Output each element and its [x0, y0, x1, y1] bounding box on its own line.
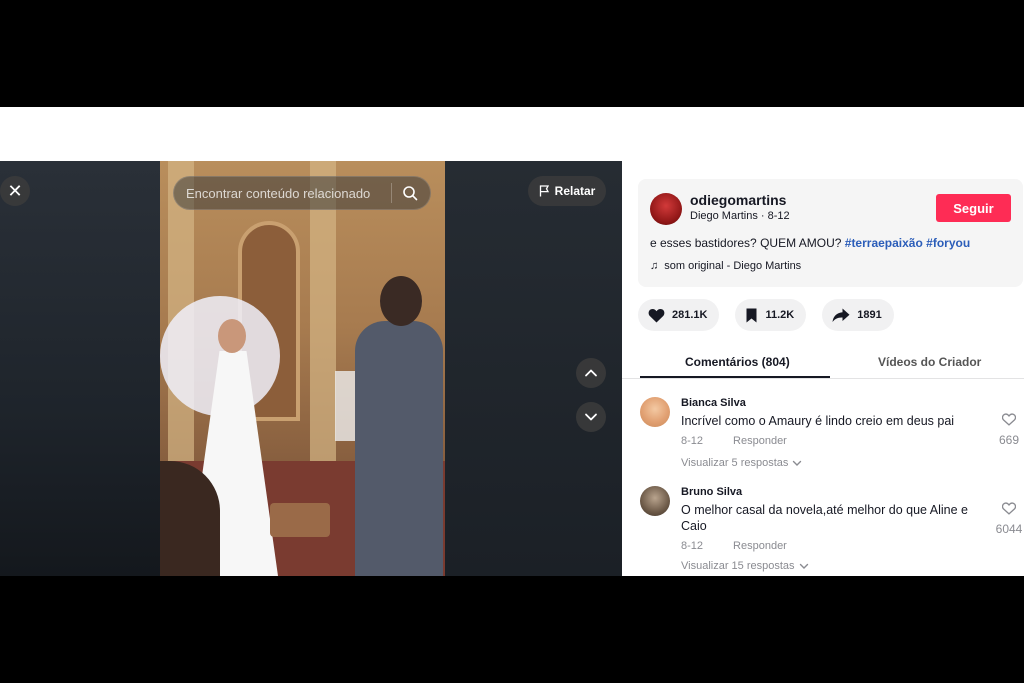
view-replies-label: Visualizar 15 respostas [681, 560, 795, 572]
active-tab-indicator [640, 376, 830, 378]
commenter-name[interactable]: Bianca Silva [681, 397, 746, 409]
close-button[interactable]: ✕ [0, 176, 30, 206]
share-arrow-icon [832, 308, 850, 322]
video-player[interactable]: ✕ Encontrar conteúdo relacionado Relatar [0, 161, 622, 576]
comment-date: 8-12 [681, 540, 704, 552]
view-replies-label: Visualizar 5 respostas [681, 457, 789, 469]
chevron-down-icon [793, 460, 802, 466]
report-button[interactable]: Relatar [528, 176, 606, 206]
bookmark-icon [746, 308, 757, 322]
follow-button[interactable]: Seguir [936, 194, 1011, 222]
search-divider [391, 183, 392, 203]
chevron-down-icon [799, 563, 808, 569]
bride-head [218, 319, 246, 353]
share-button[interactable]: 1891 [822, 299, 894, 331]
comment-like-button[interactable]: 669 [994, 413, 1024, 447]
post-caption: e esses bastidores? QUEM AMOU? #terraepa… [650, 236, 970, 250]
music-note-icon: ♫ [650, 260, 659, 272]
caption-text: e esses bastidores? QUEM AMOU? [650, 236, 842, 250]
heart-outline-icon [1001, 413, 1017, 426]
comment-meta: 8-12 Responder [681, 540, 787, 552]
previous-video-button[interactable] [576, 358, 606, 388]
reply-button[interactable]: Responder [733, 540, 787, 552]
search-placeholder: Encontrar conteúdo relacionado [186, 185, 371, 201]
comment-date: 8-12 [681, 435, 704, 447]
separator-dot: · [760, 210, 768, 222]
blurred-background-left [0, 161, 160, 576]
hashtag-link[interactable]: #foryou [926, 236, 970, 250]
comment-like-count: 669 [998, 433, 1020, 447]
engagement-stats: 281.1K 11.2K 1891 [638, 299, 894, 331]
kneeler-stool [270, 503, 330, 537]
search-icon[interactable] [402, 185, 418, 201]
post-info-card: odiegomartins Diego Martins · 8-12 Segui… [638, 179, 1023, 287]
like-count: 281.1K [672, 309, 708, 321]
side-panel: odiegomartins Diego Martins · 8-12 Segui… [622, 161, 1024, 576]
hashtag-link[interactable]: #terraepaixão [845, 236, 923, 250]
groom-suit [355, 321, 443, 576]
chevron-up-icon [585, 369, 597, 377]
tab-comments[interactable]: Comentários (804) [685, 355, 790, 369]
author-display-name: Diego Martins [690, 210, 758, 222]
comment-text: Incrível como o Amaury é lindo creio em … [681, 414, 955, 428]
share-count: 1891 [857, 309, 882, 321]
author-username[interactable]: odiegomartins [690, 192, 786, 208]
chevron-down-icon [585, 413, 597, 421]
post-date: 8-12 [767, 210, 790, 222]
view-replies-button[interactable]: Visualizar 15 respostas [681, 560, 809, 572]
top-white-band [0, 107, 1024, 161]
close-icon: ✕ [7, 180, 23, 201]
commenter-name[interactable]: Bruno Silva [681, 486, 742, 498]
heart-outline-icon [1001, 502, 1017, 515]
reply-button[interactable]: Responder [733, 435, 787, 447]
video-frame[interactable] [160, 161, 445, 576]
related-content-search[interactable]: Encontrar conteúdo relacionado [173, 176, 431, 210]
save-count: 11.2K [765, 309, 795, 321]
author-avatar[interactable] [650, 193, 682, 225]
view-replies-button[interactable]: Visualizar 5 respostas [681, 457, 802, 469]
commenter-avatar[interactable] [640, 486, 670, 516]
like-button[interactable]: 281.1K [638, 299, 720, 331]
heart-icon [648, 308, 665, 322]
music-title: som original - Diego Martins [664, 260, 802, 272]
flag-icon [539, 185, 549, 197]
music-link[interactable]: ♫ som original - Diego Martins [650, 260, 801, 272]
comment-text: O melhor casal da novela,até melhor do q… [681, 503, 968, 533]
panel-tabs: Comentários (804) Vídeos do Criador [622, 347, 1024, 379]
commenter-avatar[interactable] [640, 397, 670, 427]
report-label: Relatar [554, 184, 596, 198]
comment-like-count: 6044 [995, 522, 1023, 536]
author-subline: Diego Martins · 8-12 [690, 210, 790, 222]
comment-like-button[interactable]: 6044 [994, 502, 1024, 536]
save-button[interactable]: 11.2K [735, 299, 807, 331]
comment-meta: 8-12 Responder [681, 435, 787, 447]
next-video-button[interactable] [576, 402, 606, 432]
groom-head [380, 276, 422, 326]
tab-creator-videos[interactable]: Vídeos do Criador [878, 355, 981, 369]
